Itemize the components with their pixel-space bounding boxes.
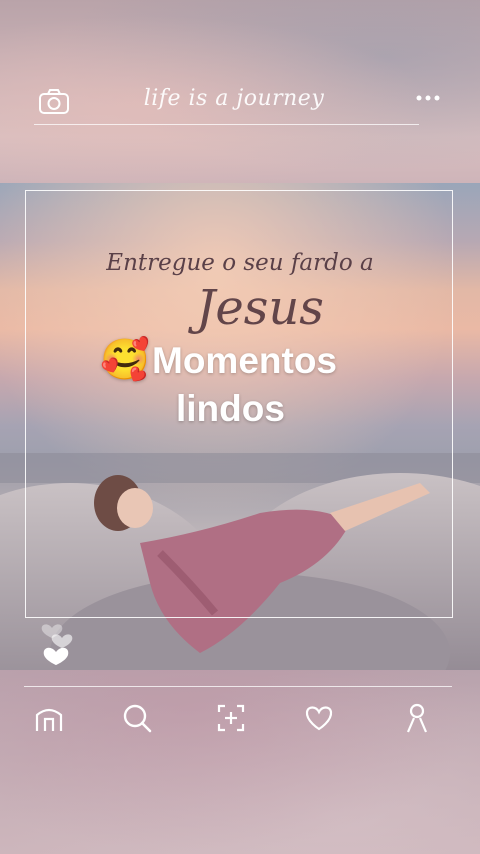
add-post-icon[interactable] bbox=[214, 701, 248, 735]
image-quote-line: Entregue o seu fardo a bbox=[106, 250, 374, 276]
top-bar: life is a journey bbox=[34, 82, 440, 125]
bottom-nav bbox=[24, 686, 452, 743]
camera-icon[interactable] bbox=[38, 88, 70, 116]
image-quote-name: Jesus bbox=[196, 280, 324, 336]
floating-hearts-icon bbox=[41, 624, 73, 665]
profile-icon[interactable] bbox=[400, 701, 434, 735]
home-icon[interactable] bbox=[32, 701, 66, 735]
caption: 🥰Momentos lindos bbox=[100, 336, 420, 433]
smiling-hearts-emoji: 🥰 bbox=[100, 338, 150, 382]
caption-line2: lindos bbox=[176, 388, 285, 429]
heart-icon[interactable] bbox=[302, 701, 336, 735]
brand-title: life is a journey bbox=[143, 86, 325, 111]
caption-line1: Momentos bbox=[152, 340, 337, 381]
search-icon[interactable] bbox=[120, 701, 154, 735]
more-dots-icon[interactable] bbox=[414, 88, 444, 108]
